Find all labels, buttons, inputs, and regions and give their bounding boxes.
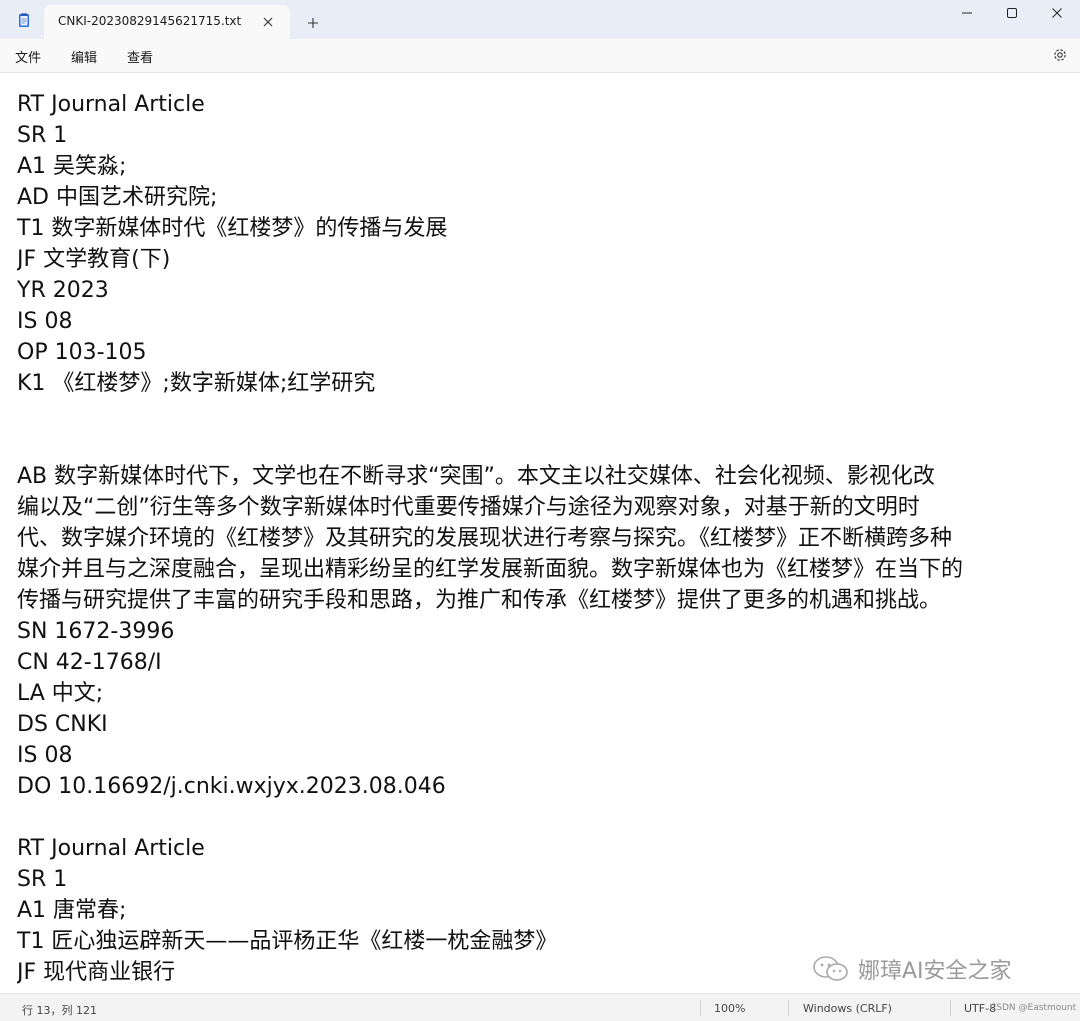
tab-close-button[interactable] xyxy=(260,14,276,30)
text-line[interactable]: YR 2023 xyxy=(17,275,1075,306)
tab-active-file[interactable]: CNKI-20230829145621715.txt xyxy=(44,5,290,39)
text-line[interactable]: 传播与研究提供了丰富的研究手段和思路，为推广和传承《红楼梦》提供了更多的机遇和挑… xyxy=(17,585,1075,616)
line-ending[interactable]: Windows (CRLF) xyxy=(803,1002,892,1015)
gear-icon[interactable] xyxy=(1051,46,1069,64)
minimize-button[interactable] xyxy=(944,0,990,26)
text-line[interactable]: A1 唐常春; xyxy=(17,895,1075,926)
wechat-logo-icon xyxy=(813,956,848,981)
text-line[interactable]: SN 1672-3996 xyxy=(17,616,1075,647)
status-separator xyxy=(788,1000,789,1016)
title-bar: CNKI-20230829145621715.txt xyxy=(0,0,1080,39)
text-line[interactable]: CN 42-1768/I xyxy=(17,647,1075,678)
maximize-button[interactable] xyxy=(989,0,1035,26)
text-line[interactable] xyxy=(17,430,1075,461)
document-text[interactable]: RT Journal Article SR 1 A1 吴笑淼; AD 中国艺术研究院;… xyxy=(17,89,1075,988)
close-window-button[interactable] xyxy=(1034,0,1080,26)
text-line[interactable]: DO 10.16692/j.cnki.wxjyx.2023.08.046 xyxy=(17,771,1075,802)
text-line[interactable]: A1 吴笑淼; xyxy=(17,151,1075,182)
text-line[interactable]: RT Journal Article xyxy=(17,833,1075,864)
text-line[interactable] xyxy=(17,399,1075,430)
text-line[interactable]: SR 1 xyxy=(17,864,1075,895)
text-line[interactable]: AD 中国艺术研究院; xyxy=(17,182,1075,213)
plus-icon xyxy=(308,18,318,28)
watermark-text: 娜璋AI安全之家 xyxy=(858,959,1012,984)
maximize-icon xyxy=(1007,8,1017,18)
new-tab-button[interactable] xyxy=(300,10,326,36)
status-bar: 行 13，列 121 100% Windows (CRLF) UTF-8 CSD… xyxy=(0,993,1080,1021)
watermark: 娜璋AI安全之家 xyxy=(812,953,1012,985)
text-line[interactable]: DS CNKI xyxy=(17,709,1075,740)
text-line[interactable]: SR 1 xyxy=(17,120,1075,151)
text-line[interactable]: OP 103-105 xyxy=(17,337,1075,368)
text-editor[interactable]: RT Journal Article SR 1 A1 吴笑淼; AD 中国艺术研究院;… xyxy=(0,73,1080,993)
menu-file[interactable]: 文件 xyxy=(15,47,41,66)
text-line[interactable]: JF 文学教育(下) xyxy=(17,244,1075,275)
text-line[interactable]: T1 数字新媒体时代《红楼梦》的传播与发展 xyxy=(17,213,1075,244)
text-line[interactable] xyxy=(17,802,1075,833)
zoom-level[interactable]: 100% xyxy=(714,1002,745,1015)
status-separator xyxy=(950,1000,951,1016)
text-line[interactable]: AB 数字新媒体时代下，文学也在不断寻求“突围”。本文主以社交媒体、社会化视频、… xyxy=(17,461,1075,492)
minimize-icon xyxy=(962,12,972,14)
status-separator xyxy=(700,1000,701,1016)
text-line[interactable]: IS 08 xyxy=(17,740,1075,771)
cursor-position: 行 13，列 121 xyxy=(22,1004,97,1017)
notepad-window: CNKI-20230829145621715.txt 文件 编辑 查看 RT J… xyxy=(0,0,1080,1021)
text-line[interactable]: 编以及“二创”衍生等多个数字新媒体时代重要传播媒介与途径为观察对象，对基于新的文… xyxy=(17,492,1075,523)
close-icon xyxy=(263,17,273,27)
menu-view[interactable]: 查看 xyxy=(127,47,153,66)
close-icon xyxy=(1052,8,1062,18)
menu-bar: 文件 编辑 查看 xyxy=(0,39,1080,73)
text-line[interactable]: 代、数字媒介环境的《红楼梦》及其研究的发展现状进行考察与探究。《红楼梦》正不断横… xyxy=(17,523,1075,554)
text-line[interactable]: 媒介并且与之深度融合，呈现出精彩纷呈的红学发展新面貌。数字新媒体也为《红楼梦》在… xyxy=(17,554,1075,585)
menu-edit[interactable]: 编辑 xyxy=(71,47,97,66)
text-line[interactable]: LA 中文; xyxy=(17,678,1075,709)
credit-watermark: CSDN @Eastmount xyxy=(990,1003,1077,1013)
text-line[interactable]: IS 08 xyxy=(17,306,1075,337)
text-line[interactable]: K1 《红楼梦》;数字新媒体;红学研究 xyxy=(17,368,1075,399)
text-line[interactable]: RT Journal Article xyxy=(17,89,1075,120)
tab-title: CNKI-20230829145621715.txt xyxy=(58,14,242,28)
notepad-icon[interactable] xyxy=(16,12,32,28)
